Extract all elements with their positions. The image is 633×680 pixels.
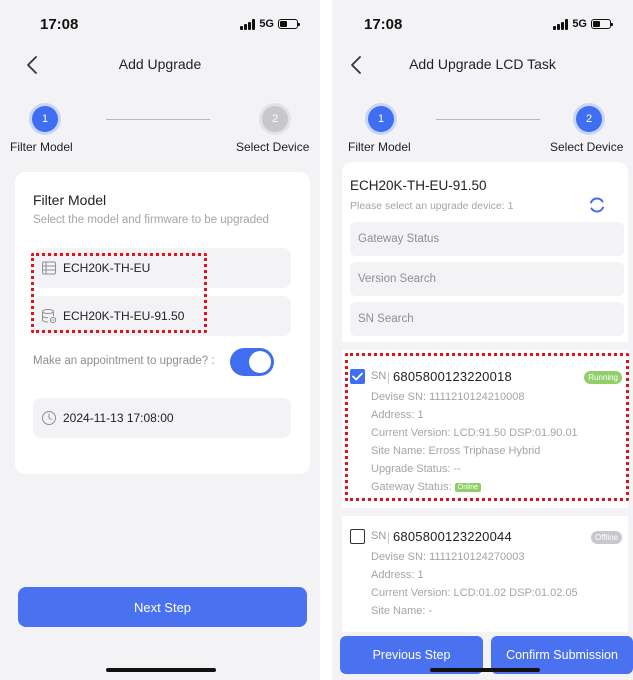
status-time: 17:08 [40, 16, 79, 33]
gateway-status-filter[interactable] [350, 222, 624, 256]
page-title: Add Upgrade LCD Task [409, 56, 556, 72]
step-1-indicator: 1 [368, 106, 394, 132]
device-1-current-version: Current Version: LCD:91.50 DSP:01.90.01 [371, 427, 578, 439]
page-title: Add Upgrade [118, 56, 202, 72]
device-1-device-sn: Devise SN: 1111210124210008 [371, 391, 525, 403]
stepper: 1 2 Filter Model Select Device [0, 100, 320, 156]
status-bar: 17:08 5G [332, 0, 633, 48]
device-2-sn: 6805800123220044 [393, 529, 512, 544]
toggle-knob [249, 351, 271, 373]
sn-search-input[interactable] [350, 302, 624, 336]
step-1-label: Filter Model [348, 140, 411, 154]
firmware-select[interactable]: ECH20K-TH-EU-91.50 [33, 296, 291, 336]
step-2-label: Select Device [236, 140, 310, 154]
home-indicator [106, 668, 216, 672]
appointment-datetime-value: 2024-11-13 17:08:00 [63, 411, 174, 425]
step-connector [106, 119, 210, 120]
network-label: 5G [572, 18, 587, 30]
appointment-toggle[interactable] [230, 348, 274, 376]
model-select-value: ECH20K-TH-EU [63, 261, 151, 275]
device-2-address: Address: 1 [371, 569, 424, 581]
refresh-icon[interactable] [588, 196, 606, 214]
device-2-status-badge: Offline [591, 531, 622, 544]
device-1-sn: 6805800123220018 [393, 369, 512, 384]
network-label: 5G [259, 18, 274, 30]
version-search-input[interactable] [350, 262, 624, 296]
section-divider [342, 342, 628, 350]
step-2-label: Select Device [550, 140, 624, 154]
device-1-address: Address: 1 [371, 409, 424, 421]
gateway-online-badge: Online [454, 483, 482, 492]
battery-icon [278, 19, 300, 29]
signal-icon [240, 18, 256, 30]
firmware-database-icon [42, 309, 57, 324]
firmware-select-value: ECH20K-TH-EU-91.50 [63, 309, 185, 323]
step-1-indicator: 1 [32, 106, 58, 132]
sn-prefix: SN [371, 530, 387, 542]
device-2-device-sn: Devise SN: 1111210124270003 [371, 551, 525, 563]
status-indicators: 5G [553, 18, 613, 30]
right-screen: 17:08 5G Add Upgrade LCD Task 1 2 Filter… [332, 0, 633, 680]
appointment-datetime-field[interactable]: 2024-11-13 17:08:00 [33, 398, 291, 438]
step-2-indicator: 2 [576, 106, 602, 132]
nav-bar: Add Upgrade LCD Task [332, 48, 633, 82]
battery-icon [591, 19, 613, 29]
model-list-icon [42, 261, 56, 275]
device-1-status-badge: Running [584, 371, 622, 384]
gateway-status-label: Gateway Status: [371, 481, 452, 493]
clock-icon [42, 411, 56, 425]
step-2-indicator: 2 [262, 106, 288, 132]
stepper: 1 2 Filter Model Select Device [332, 100, 633, 156]
sn-divider [388, 532, 389, 544]
device-1-site-name: Site Name: Erross Triphase Hybrid [371, 445, 541, 457]
selected-model: ECH20K-TH-EU-91.50 [350, 178, 487, 193]
selection-hint: Please select an upgrade device: 1 [350, 200, 514, 212]
card-title: Filter Model [33, 192, 107, 208]
bottom-action-bar: Previous Step Confirm Submission [332, 632, 633, 680]
home-indicator [430, 668, 540, 672]
device-1-upgrade-status: Upgrade Status: -- [371, 463, 461, 475]
status-bar: 17:08 5G [0, 0, 320, 48]
sn-prefix: SN [371, 370, 387, 382]
device-1-gateway-status: Gateway Status: Online [371, 481, 482, 493]
signal-icon [553, 18, 569, 30]
step-connector [436, 119, 540, 120]
left-screen: 17:08 5G Add Upgrade 1 2 Filter Model Se… [0, 0, 320, 680]
status-indicators: 5G [240, 18, 300, 30]
device-2-current-version: Current Version: LCD:01.02 DSP:01.02.05 [371, 587, 578, 599]
device-2-checkbox[interactable] [350, 529, 365, 544]
filter-model-card: Filter Model Select the model and firmwa… [15, 172, 310, 474]
device-2-site-name: Site Name: - [371, 605, 433, 617]
section-divider [342, 508, 628, 516]
check-icon [352, 372, 363, 381]
next-step-button[interactable]: Next Step [18, 587, 307, 627]
sn-divider [388, 372, 389, 384]
status-time: 17:08 [364, 16, 403, 33]
device-1-checkbox[interactable] [350, 369, 365, 384]
appointment-label: Make an appointment to upgrade? : [33, 355, 215, 367]
model-select[interactable]: ECH20K-TH-EU [33, 248, 291, 288]
step-1-label: Filter Model [10, 140, 73, 154]
device-selection-panel: ECH20K-TH-EU-91.50 Please select an upgr… [342, 162, 628, 632]
nav-bar: Add Upgrade [0, 48, 320, 82]
card-description: Select the model and firmware to be upgr… [33, 214, 269, 226]
